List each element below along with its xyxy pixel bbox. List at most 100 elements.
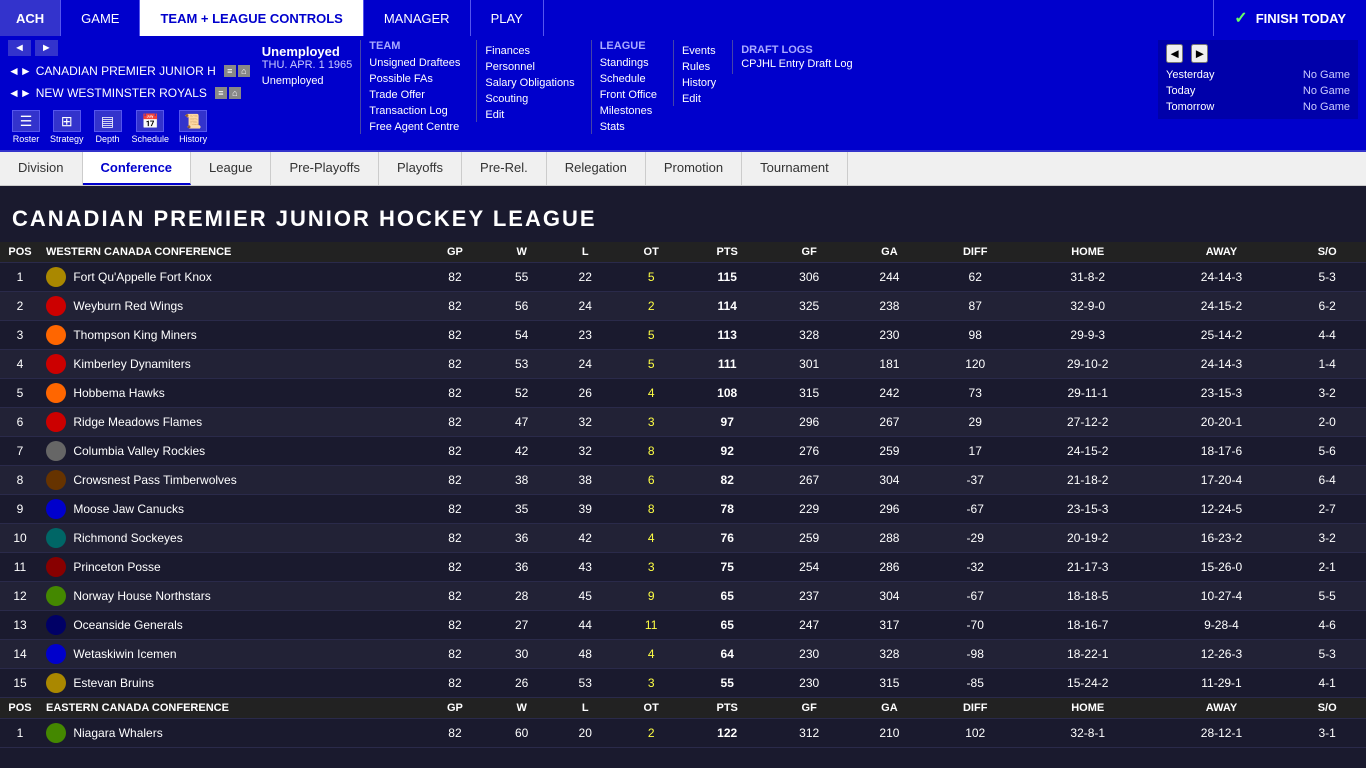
tab-league[interactable]: League [191,152,271,185]
table-row[interactable]: 10 Richmond Sockeyes 82 36 42 4 76 259 2… [0,524,1366,553]
team-logo [46,412,66,432]
team-pts: 122 [685,719,769,748]
team-w: 30 [490,640,554,669]
schedule-prev[interactable]: ◄ [1166,44,1183,63]
team-l: 24 [553,350,617,379]
team-diff: -70 [930,611,1021,640]
unsigned-draftees-link[interactable]: Unsigned Draftees [369,56,460,70]
table-row[interactable]: 11 Princeton Posse 82 36 43 3 75 254 286… [0,553,1366,582]
league-icon-c: ≡ [215,87,227,99]
table-row[interactable]: 13 Oceanside Generals 82 27 44 11 65 247… [0,611,1366,640]
team-name-cell: Moose Jaw Canucks [40,495,420,524]
transaction-log-link[interactable]: Transaction Log [369,104,460,118]
team-gf: 296 [769,408,849,437]
tab-conference[interactable]: Conference [83,152,192,185]
league-item-2[interactable]: ◄► NEW WESTMINSTER ROYALS ≡ ⌂ [8,84,250,102]
team-logo [46,296,66,316]
table-row[interactable]: 2 Weyburn Red Wings 82 56 24 2 114 325 2… [0,292,1366,321]
team-gf: 230 [769,640,849,669]
team-w: 60 [490,719,554,748]
table-row[interactable]: 5 Hobbema Hawks 82 52 26 4 108 315 242 7… [0,379,1366,408]
cpjhl-entry-draft-link[interactable]: CPJHL Entry Draft Log [741,58,852,70]
team-pos: 8 [0,466,40,495]
free-agent-centre-link[interactable]: Free Agent Centre [369,120,460,134]
personnel-link[interactable]: Personnel [485,60,574,74]
rules-link[interactable]: Rules [682,60,716,74]
table-row[interactable]: 1 Niagara Whalers 82 60 20 2 122 312 210… [0,719,1366,748]
ach-button[interactable]: ACH [0,0,61,36]
possible-fas-link[interactable]: Possible FAs [369,72,460,86]
tab-game[interactable]: GAME [61,0,140,36]
milestones-link[interactable]: Milestones [600,104,657,118]
team-pos: 1 [0,719,40,748]
table-row[interactable]: 8 Crowsnest Pass Timberwolves 82 38 38 6… [0,466,1366,495]
team-ga: 230 [849,321,929,350]
depth-button[interactable]: ▤ Depth [90,108,126,146]
trade-offer-link[interactable]: Trade Offer [369,88,460,102]
team-diff: -67 [930,582,1021,611]
team-ot: 11 [617,611,685,640]
team-ot: 5 [617,350,685,379]
user-info: Unemployed THU. APR. 1 1965 Unemployed [258,40,353,87]
league-schedule-link[interactable]: Schedule [600,72,657,86]
schedule-button[interactable]: 📅 Schedule [128,108,174,146]
front-office-link[interactable]: Front Office [600,88,657,102]
standings-link[interactable]: Standings [600,56,657,70]
team-home: 18-22-1 [1021,640,1155,669]
tab-division[interactable]: Division [0,152,83,185]
table-row[interactable]: 12 Norway House Northstars 82 28 45 9 65… [0,582,1366,611]
tab-promotion[interactable]: Promotion [646,152,742,185]
strategy-button[interactable]: ⊞ Strategy [46,108,88,146]
history-link[interactable]: History [682,76,716,90]
schedule-nav: ◄ ► [1166,44,1350,63]
table-row[interactable]: 14 Wetaskiwin Icemen 82 30 48 4 64 230 3… [0,640,1366,669]
team-name-cell: Thompson King Miners [40,321,420,350]
team-ot: 5 [617,263,685,292]
nav-back[interactable]: ◄ [8,40,31,56]
table-row[interactable]: 9 Moose Jaw Canucks 82 35 39 8 78 229 29… [0,495,1366,524]
finances-edit-link[interactable]: Edit [485,108,574,122]
so-header: S/O [1288,242,1366,263]
team-name-cell: Ridge Meadows Flames [40,408,420,437]
table-row[interactable]: 6 Ridge Meadows Flames 82 47 32 3 97 296… [0,408,1366,437]
team-name-cell: Niagara Whalers [40,719,420,748]
tab-tournament[interactable]: Tournament [742,152,848,185]
yesterday-game: No Game [1303,69,1350,81]
nav-forward[interactable]: ► [35,40,58,56]
team-away: 9-28-4 [1155,611,1289,640]
table-row[interactable]: 3 Thompson King Miners 82 54 23 5 113 32… [0,321,1366,350]
team-l: 24 [553,292,617,321]
league-icon-a: ≡ [224,65,236,77]
finish-today-button[interactable]: ✓ FINISH TODAY [1213,0,1366,36]
team-name: Norway House Northstars [73,589,210,603]
team-logo [46,267,66,287]
table-row[interactable]: 1 Fort Qu'Appelle Fort Knox 82 55 22 5 1… [0,263,1366,292]
standings-scroll[interactable]: POS WESTERN CANADA CONFERENCE GP W L OT … [0,242,1366,748]
tab-team-league[interactable]: TEAM + LEAGUE CONTROLS [140,0,363,36]
finances-link[interactable]: Finances [485,44,574,58]
events-link[interactable]: Events [682,44,716,58]
tab-relegation[interactable]: Relegation [547,152,646,185]
stats-link[interactable]: Stats [600,120,657,134]
tab-pre-rel[interactable]: Pre-Rel. [462,152,547,185]
table-row[interactable]: 4 Kimberley Dynamiters 82 53 24 5 111 30… [0,350,1366,379]
tab-play[interactable]: PLAY [471,0,544,36]
salary-obligations-link[interactable]: Salary Obligations [485,76,574,90]
table-row[interactable]: 7 Columbia Valley Rockies 82 42 32 8 92 … [0,437,1366,466]
roster-button[interactable]: ☰ Roster [8,108,44,146]
team-pos: 2 [0,292,40,321]
team-l: 32 [553,437,617,466]
table-row[interactable]: 15 Estevan Bruins 82 26 53 3 55 230 315 … [0,669,1366,698]
tab-pre-playoffs[interactable]: Pre-Playoffs [271,152,379,185]
tab-manager[interactable]: MANAGER [364,0,471,36]
schedule-next[interactable]: ► [1191,44,1208,63]
east-l-header: L [553,698,617,719]
tab-playoffs[interactable]: Playoffs [379,152,462,185]
scouting-link[interactable]: Scouting [485,92,574,106]
ot-header: OT [617,242,685,263]
team-away: 24-15-2 [1155,292,1289,321]
history-button[interactable]: 📜 History [175,108,211,146]
league-item-1[interactable]: ◄► CANADIAN PREMIER JUNIOR H ≡ ⌂ [8,62,250,80]
league-edit-link[interactable]: Edit [682,92,716,106]
team-ga: 288 [849,524,929,553]
